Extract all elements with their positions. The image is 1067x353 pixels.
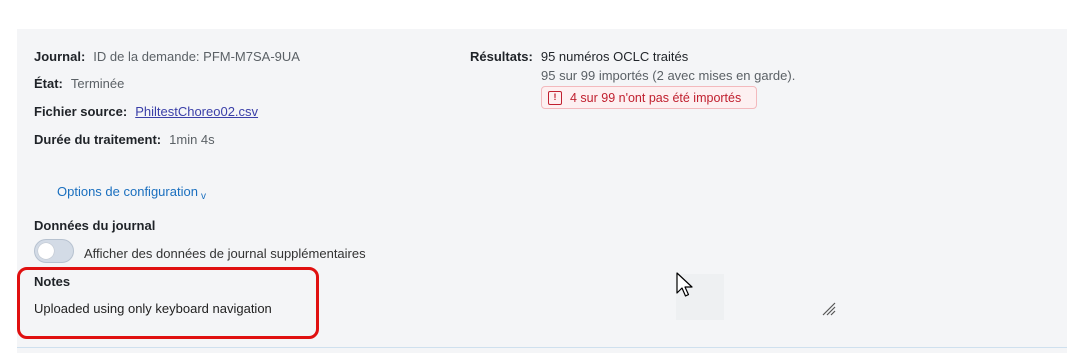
notes-highlight-box xyxy=(17,267,319,339)
panel-bottom-divider xyxy=(17,347,1067,353)
duree-value: 1min 4s xyxy=(169,132,215,147)
results-imported: 95 sur 99 importés (2 avec mises en gard… xyxy=(541,68,796,83)
config-options-label: Options de configuration xyxy=(57,184,198,199)
config-options-toggle[interactable]: Options de configuration v xyxy=(57,184,206,202)
etat-row: État: Terminée xyxy=(34,76,124,91)
journal-data-toggle-label: Afficher des données de journal suppléme… xyxy=(84,246,366,261)
journal-data-title: Données du journal xyxy=(34,218,156,233)
results-label: Résultats: xyxy=(470,49,533,64)
results-row: Résultats: 95 numéros OCLC traités xyxy=(470,49,688,64)
alert-icon: ! xyxy=(548,90,562,105)
etat-label: État: xyxy=(34,76,63,91)
journal-data-toggle[interactable] xyxy=(34,239,74,263)
journal-label: Journal: xyxy=(34,49,86,64)
source-file-link[interactable]: PhiltestChoreo02.csv xyxy=(135,104,258,119)
fichier-label: Fichier source: xyxy=(34,104,128,119)
import-warning-text: 4 sur 99 n'ont pas été importés xyxy=(570,90,742,105)
results-processed: 95 numéros OCLC traités xyxy=(540,49,689,64)
import-warning-badge[interactable]: ! 4 sur 99 n'ont pas été importés xyxy=(541,86,757,109)
etat-value: Terminée xyxy=(70,76,125,91)
journal-row: Journal: ID de la demande: PFM-M7SA-9UA xyxy=(34,49,300,64)
chevron-down-icon: v xyxy=(200,191,206,202)
mouse-cursor-icon xyxy=(676,272,693,297)
journal-value: ID de la demande: PFM-M7SA-9UA xyxy=(93,49,300,64)
resize-handle-icon[interactable] xyxy=(820,300,836,316)
fichier-row: Fichier source: PhiltestChoreo02.csv xyxy=(34,104,258,119)
duree-row: Durée du traitement: 1min 4s xyxy=(34,132,215,147)
duree-label: Durée du traitement: xyxy=(34,132,162,147)
toggle-knob xyxy=(38,243,54,259)
